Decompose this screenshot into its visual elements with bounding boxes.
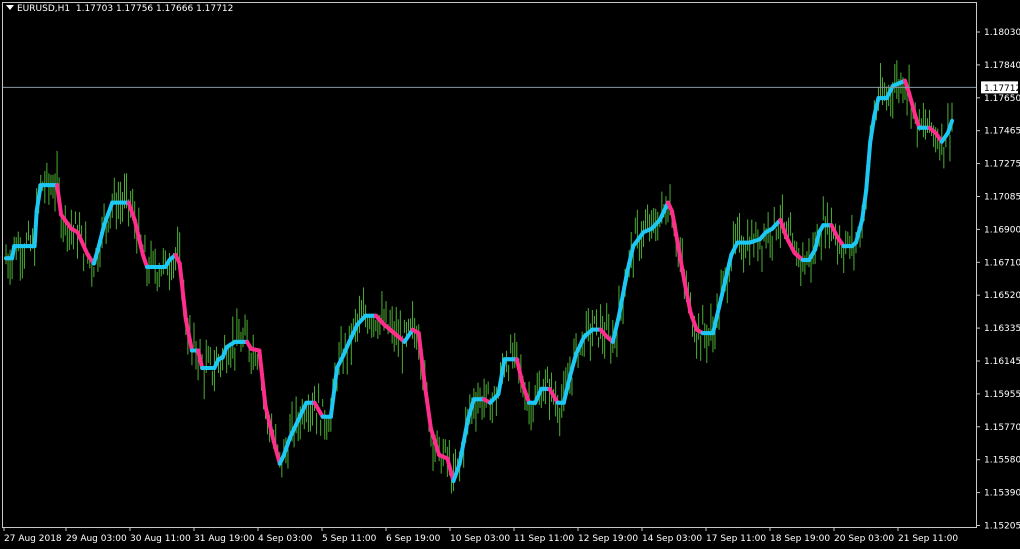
trend-segment-down xyxy=(420,365,427,388)
trend-segment-down xyxy=(55,183,62,202)
price-tick-label: 1.15205 xyxy=(984,522,1020,532)
price-tick-label: 1.17650 xyxy=(984,94,1020,104)
price-chart[interactable]: 1.18030 1.17840 1.17650 1.17465 1.17275 1.170… xyxy=(0,0,1020,549)
time-tick-label: 10 Sep 03:00 xyxy=(450,534,510,544)
trend-segment-up xyxy=(32,209,39,249)
trend-segment-up xyxy=(947,118,954,129)
price-tick-label: 1.16900 xyxy=(984,225,1020,235)
price-tick-label: 1.15770 xyxy=(984,423,1020,433)
time-axis: 27 Aug 2018 29 Aug 03:00 30 Aug 11:00 31 Au… xyxy=(3,527,958,544)
trend-segment-down xyxy=(181,298,188,322)
trend-segment-down xyxy=(416,331,423,353)
price-tick-label: 1.16710 xyxy=(984,258,1020,268)
trend-segment-down xyxy=(261,385,268,409)
trend-segment-down xyxy=(259,367,266,390)
trend-segment-down xyxy=(179,280,186,303)
trend-segment-up xyxy=(328,398,335,419)
time-tick-label: 21 Sep 11:00 xyxy=(898,534,958,544)
price-tick-label: 1.15580 xyxy=(984,456,1020,466)
time-tick-label: 30 Aug 11:00 xyxy=(130,534,191,544)
time-tick-label: 5 Sep 11:00 xyxy=(322,534,377,544)
time-tick-label: 18 Sep 19:00 xyxy=(770,534,830,544)
price-tick-label: 1.16335 xyxy=(984,324,1020,334)
trend-segment-down xyxy=(422,383,429,402)
time-tick-label: 27 Aug 2018 xyxy=(4,534,62,544)
price-tick-label: 1.15955 xyxy=(984,390,1020,400)
trend-line xyxy=(4,78,954,484)
price-tick-label: 1.16145 xyxy=(984,357,1020,367)
trend-segment-up xyxy=(332,365,339,387)
price-tick-label: 1.17085 xyxy=(984,193,1020,203)
price-tick-label: 1.16520 xyxy=(984,291,1020,301)
trend-segment-up xyxy=(864,164,871,193)
price-tick-label: 1.17840 xyxy=(984,61,1020,71)
time-tick-label: 14 Sep 03:00 xyxy=(642,534,702,544)
price-tick-label: 1.15390 xyxy=(984,489,1020,499)
trend-segment-up xyxy=(862,188,869,208)
price-tick-label: 1.18030 xyxy=(984,28,1020,38)
time-tick-label: 11 Sep 11:00 xyxy=(514,534,574,544)
trend-segment-down xyxy=(426,412,433,431)
price-bars xyxy=(5,60,953,494)
time-tick-label: 29 Aug 03:00 xyxy=(66,534,127,544)
time-tick-label: 20 Sep 03:00 xyxy=(834,534,894,544)
trend-segment-up xyxy=(330,382,337,403)
chart-window[interactable]: EURUSD,H1 1.17703 1.17756 1.17666 1.1771… xyxy=(0,0,1020,549)
time-tick-label: 6 Sep 19:00 xyxy=(386,534,441,544)
time-tick-label: 12 Sep 19:00 xyxy=(578,534,638,544)
time-tick-label: 17 Sep 11:00 xyxy=(706,534,766,544)
price-tick-label: 1.17465 xyxy=(984,127,1020,137)
trend-segment-down xyxy=(57,197,64,217)
trend-segment-down xyxy=(177,261,184,285)
trend-segment-down xyxy=(424,397,431,417)
price-tick-label: 1.17275 xyxy=(984,160,1020,170)
current-price-label: 1.17712 xyxy=(984,84,1020,94)
time-tick-label: 31 Aug 19:00 xyxy=(194,534,255,544)
time-tick-label: 4 Sep 03:00 xyxy=(258,534,313,544)
trend-segment-down xyxy=(257,348,264,372)
trend-segment-up xyxy=(866,139,873,169)
price-axis: 1.18030 1.17840 1.17650 1.17465 1.17275 1.170… xyxy=(976,28,1020,532)
trend-segment-down xyxy=(418,348,425,370)
trend-segment-up xyxy=(860,203,867,222)
